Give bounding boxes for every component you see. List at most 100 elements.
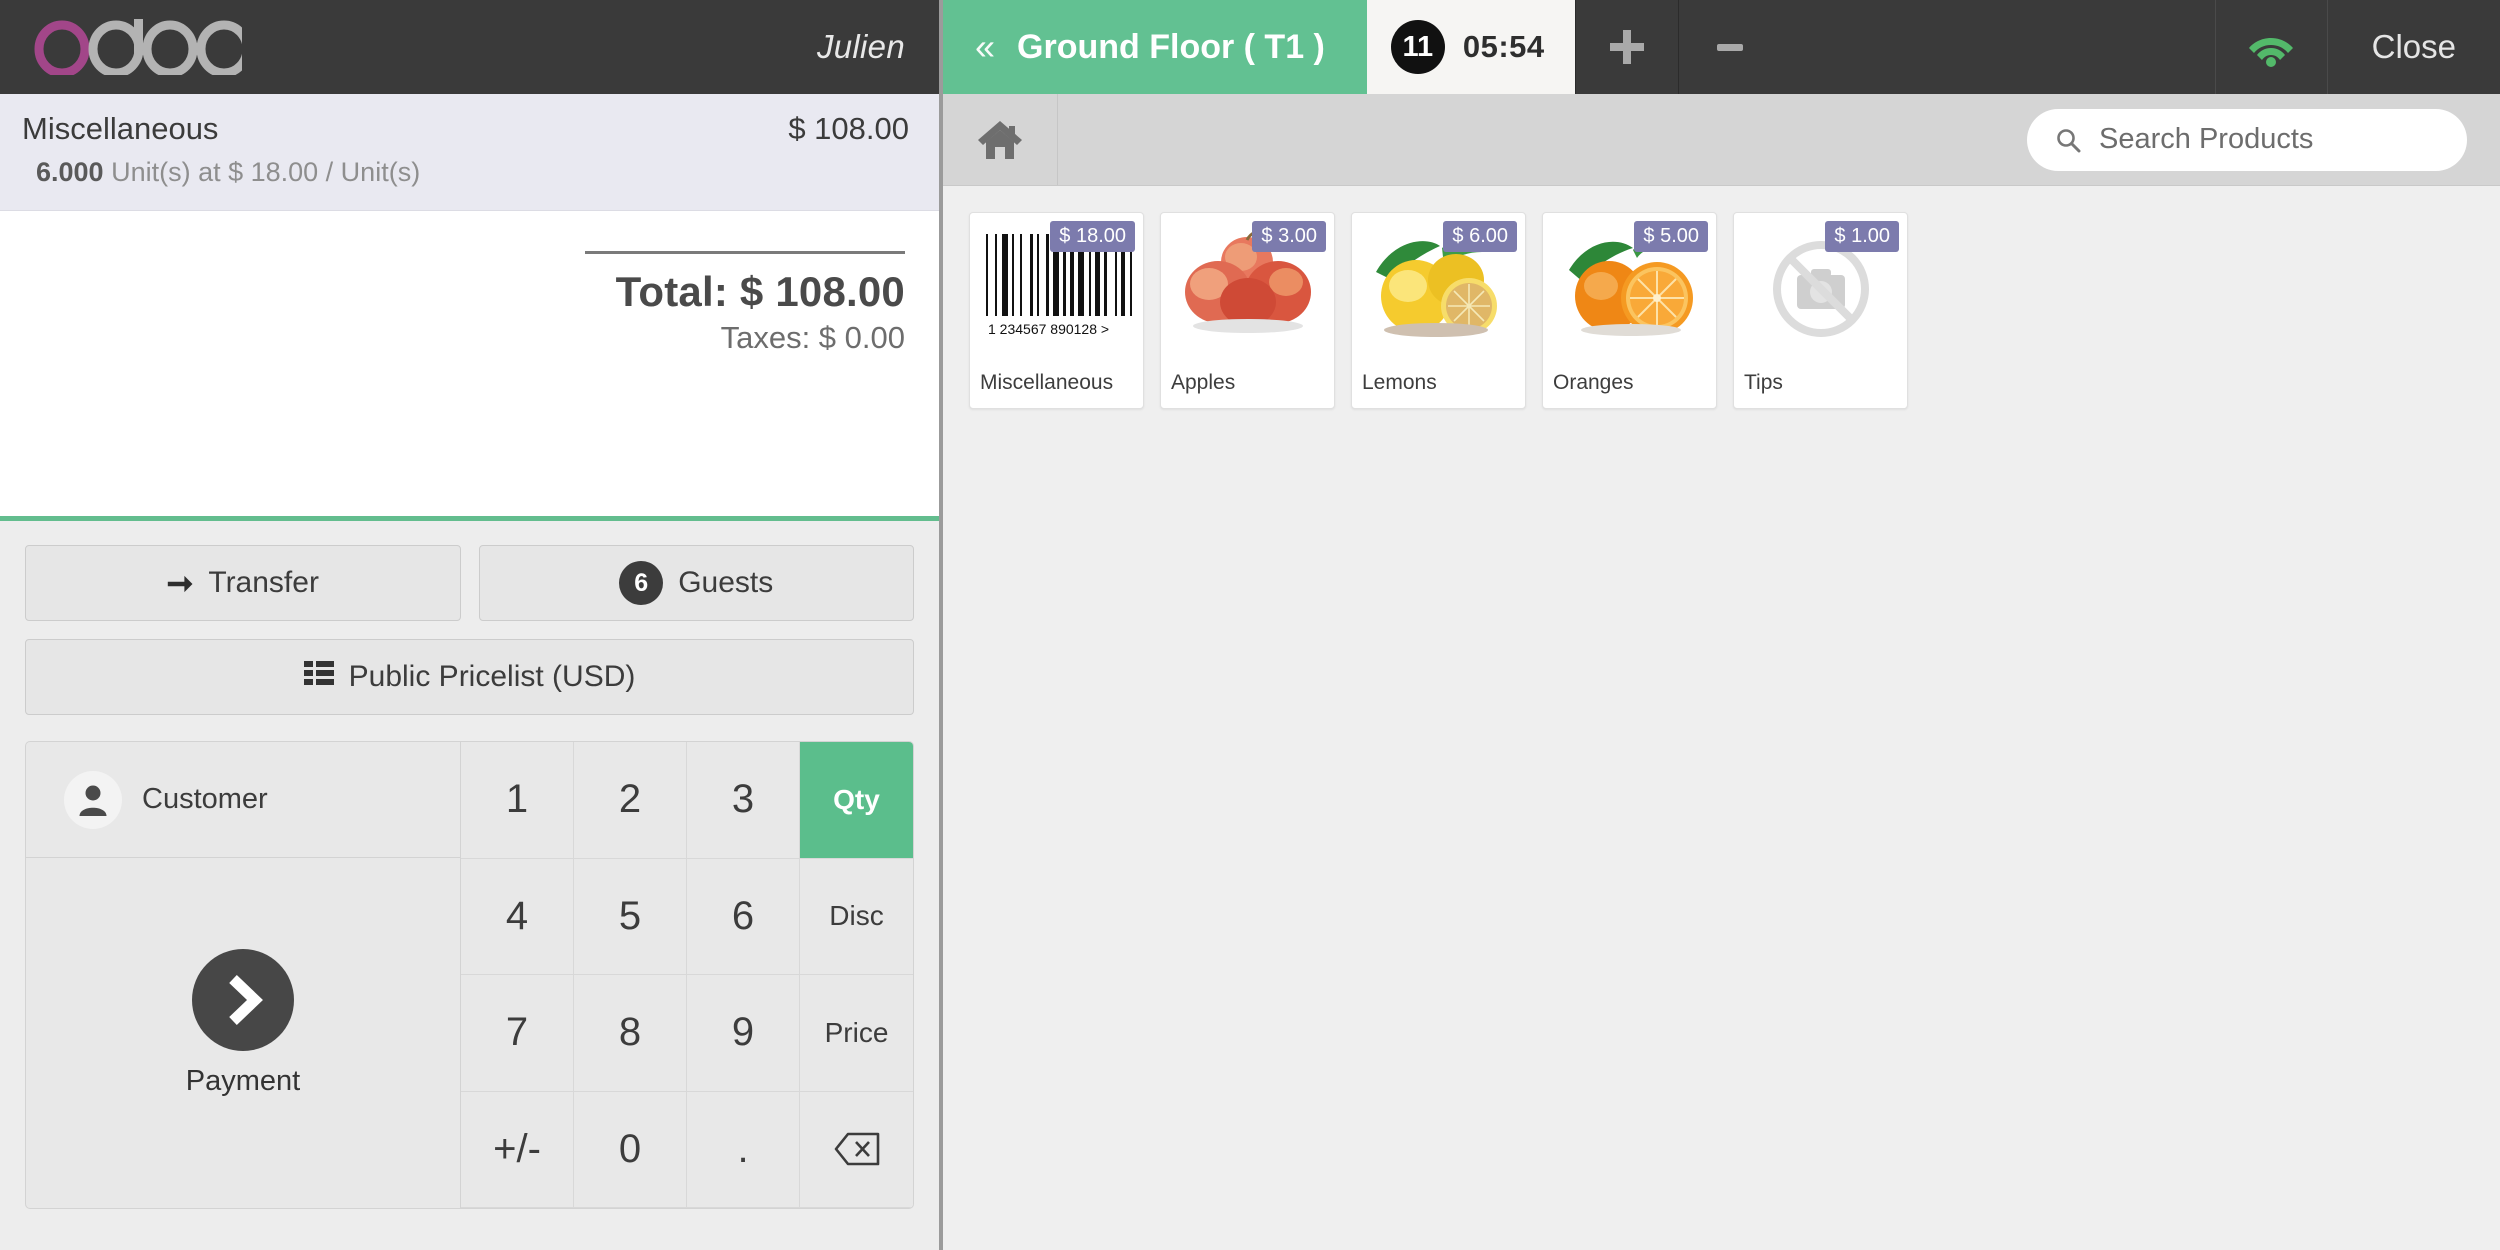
search-input[interactable]: Search Products (2027, 108, 2467, 171)
products-panel: « Ground Floor ( T1 ) 11 05:54 Close Sea… (943, 0, 2500, 1250)
numpad-key-2[interactable]: 2 (574, 742, 687, 859)
numpad-key-4[interactable]: 4 (461, 858, 574, 975)
order-panel: Julien Miscellaneous $ 108.00 6.000 Unit… (0, 0, 943, 1250)
pos-app: Julien Miscellaneous $ 108.00 6.000 Unit… (0, 0, 2500, 1250)
search-placeholder: Search Products (2099, 123, 2314, 155)
numpad-backspace-key[interactable] (800, 1091, 913, 1208)
customer-label: Customer (142, 783, 268, 815)
wifi-icon (2249, 38, 2294, 67)
home-icon (978, 120, 1022, 159)
orderline-qty: 6.000 (36, 157, 104, 187)
user-icon (64, 770, 122, 829)
product-card[interactable]: 1 234567 890128 > $ 18.00 Miscellaneous (969, 212, 1144, 409)
product-card[interactable]: $ 3.00 Apples (1160, 212, 1335, 409)
numpad-key--[interactable]: . (687, 1091, 800, 1208)
numpad-key-label: 7 (505, 1010, 529, 1055)
numpad-key-label: 2 (618, 777, 642, 822)
customer-button[interactable]: Customer (26, 742, 460, 858)
product-price-badge: $ 1.00 (1825, 221, 1899, 252)
products-subbar: Search Products (943, 94, 2500, 186)
numpad-key-6[interactable]: 6 (687, 858, 800, 975)
numpad-key--[interactable]: +/- (461, 1091, 574, 1208)
numpad-key-9[interactable]: 9 (687, 975, 800, 1092)
orderline-product-name: Miscellaneous (22, 111, 219, 146)
order-total: Total: $ 108.00 (615, 268, 905, 315)
order-taxes: Taxes: $ 0.00 (720, 320, 905, 355)
product-name: Apples (1171, 371, 1236, 394)
orderlines-list: Miscellaneous $ 108.00 6.000 Unit(s) at … (0, 94, 939, 516)
product-image-oranges: $ 5.00 (1543, 213, 1716, 365)
numpad-key-1[interactable]: 1 (461, 742, 574, 859)
home-button[interactable] (943, 94, 1058, 185)
numpad-left: Customer Payment (26, 742, 461, 1208)
product-card[interactable]: $ 6.00 Lemons (1351, 212, 1526, 409)
search-icon (2057, 128, 2081, 152)
numpad-key-label: Price (824, 1016, 889, 1048)
numpad-key-label: 0 (618, 1126, 642, 1171)
numpad-panel: Customer Payment 1 2 3 Qty 4 5 6 Disc 7 8 9 Price +/… (25, 741, 914, 1209)
product-price-badge: $ 5.00 (1634, 221, 1708, 252)
close-button[interactable]: Close (2326, 0, 2500, 94)
numpad-key-7[interactable]: 7 (461, 975, 574, 1092)
product-card[interactable]: $ 1.00 Tips (1733, 212, 1908, 409)
product-image-barcode: 1 234567 890128 > $ 18.00 (970, 213, 1143, 365)
numpad-key-label: 3 (731, 777, 755, 822)
product-image-apples: $ 3.00 (1161, 213, 1334, 365)
numpad-key-disc[interactable]: Disc (800, 858, 913, 975)
order-count-badge: 11 (1390, 20, 1445, 74)
numpad-key-0[interactable]: 0 (574, 1091, 687, 1208)
product-name: Lemons (1362, 371, 1437, 394)
remove-order-button[interactable] (1677, 0, 1781, 94)
add-order-button[interactable] (1574, 0, 1678, 94)
cashier-name[interactable]: Julien (817, 28, 905, 66)
numpad-key-8[interactable]: 8 (574, 975, 687, 1092)
numpad-key-label: 6 (731, 893, 755, 938)
wifi-status-button[interactable] (2214, 0, 2327, 94)
order-tab[interactable]: 11 05:54 (1366, 0, 1575, 94)
arrow-right-icon: ➞ (166, 565, 194, 601)
product-image-no-image: $ 1.00 (1734, 213, 1907, 365)
product-card[interactable]: $ 5.00 Oranges (1542, 212, 1717, 409)
floor-tab[interactable]: « Ground Floor ( T1 ) (943, 0, 1367, 94)
order-summary: Total: $ 108.00 Taxes: $ 0.00 (0, 211, 939, 356)
list-icon (303, 660, 334, 694)
product-grid: 1 234567 890128 > $ 18.00 Miscellaneous $ … (943, 186, 2500, 1250)
orderline-price: $ 108.00 (788, 111, 909, 146)
numpad-key-price[interactable]: Price (800, 975, 913, 1092)
product-price-badge: $ 3.00 (1252, 221, 1326, 252)
numpad-key-label: 4 (505, 893, 529, 938)
payment-button[interactable]: Payment (26, 858, 460, 1208)
plus-icon (1609, 30, 1644, 64)
orderline-selected[interactable]: Miscellaneous $ 108.00 6.000 Unit(s) at … (0, 94, 939, 211)
top-navbar: « Ground Floor ( T1 ) 11 05:54 Close (943, 0, 2500, 94)
numpad-key-qty[interactable]: Qty (800, 742, 913, 859)
transfer-label: Transfer (208, 566, 319, 599)
numpad-key-label: 8 (618, 1010, 642, 1055)
guests-count-badge: 6 (619, 561, 664, 605)
left-header: Julien (0, 0, 939, 94)
order-actions: ➞ Transfer 6 Guests Public Pricelist (US… (0, 521, 939, 715)
order-timer: 05:54 (1462, 29, 1545, 64)
transfer-button[interactable]: ➞ Transfer (25, 545, 461, 621)
numpad-key-label: Qty (833, 783, 880, 815)
guests-button[interactable]: 6 Guests (478, 545, 914, 621)
chevron-right-icon (192, 948, 294, 1051)
orderline-detail: 6.000 Unit(s) at $ 18.00 / Unit(s) (22, 157, 909, 188)
numpad-key-3[interactable]: 3 (687, 742, 800, 859)
svg-text:1 234567 890128 >: 1 234567 890128 > (988, 321, 1109, 337)
odoo-logo (34, 17, 242, 77)
numpad-key-5[interactable]: 5 (574, 858, 687, 975)
pricelist-button[interactable]: Public Pricelist (USD) (25, 639, 914, 715)
numpad-key-label: 9 (731, 1010, 755, 1055)
product-name: Tips (1744, 371, 1783, 394)
product-name: Miscellaneous (980, 371, 1114, 394)
backspace-icon (834, 1132, 879, 1166)
guests-label: Guests (678, 566, 774, 599)
product-image-lemons: $ 6.00 (1352, 213, 1525, 365)
numpad-key-label: +/- (493, 1126, 541, 1171)
product-price-badge: $ 6.00 (1443, 221, 1517, 252)
summary-divider (585, 251, 905, 254)
numpad-key-label: Disc (829, 900, 884, 932)
numpad-key-label: 5 (618, 893, 642, 938)
